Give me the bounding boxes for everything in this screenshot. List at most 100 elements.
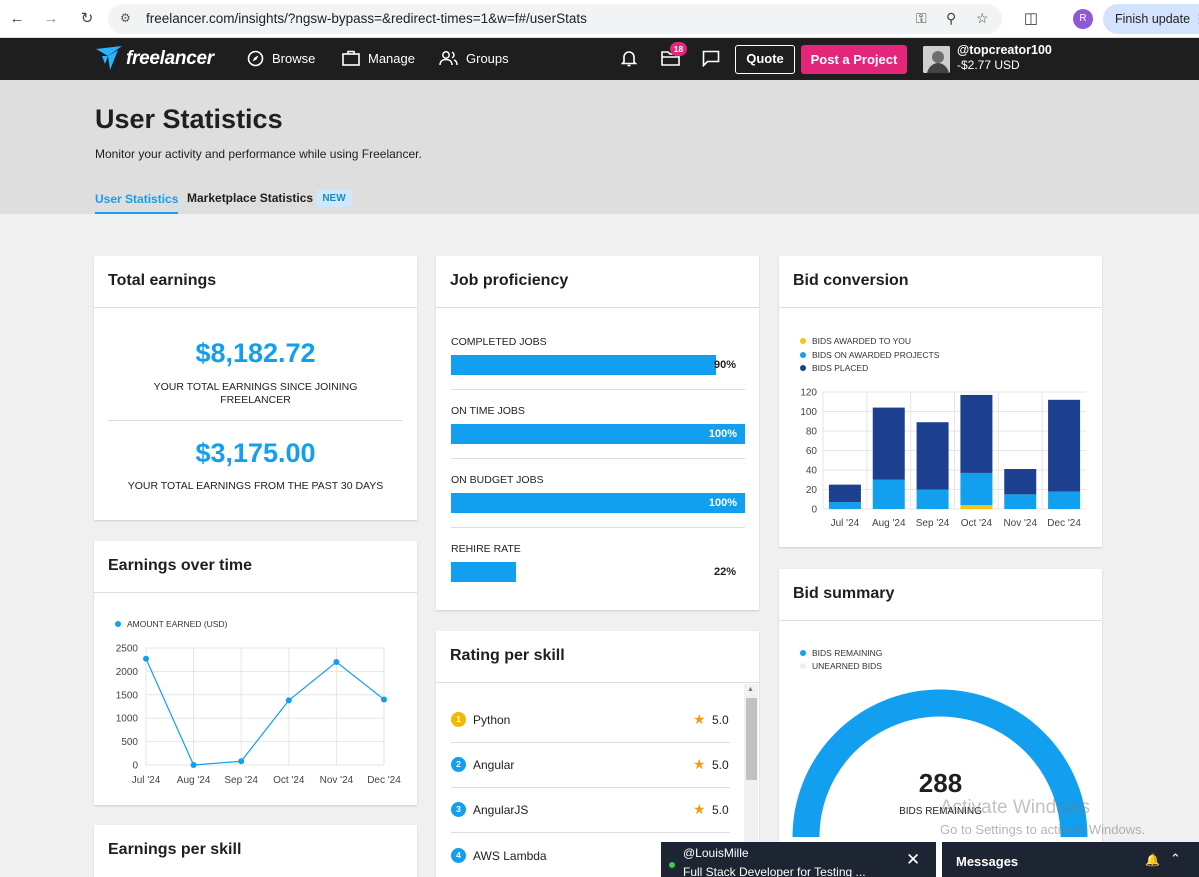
data-point[interactable] <box>285 697 292 704</box>
logo-text: freelancer <box>126 48 214 69</box>
new-badge: NEW <box>316 190 352 207</box>
earnings-over-time-title: Earnings over time <box>94 541 417 593</box>
earnings-per-skill-card: Earnings per skill <box>94 825 417 877</box>
tab-user-statistics[interactable]: User Statistics <box>95 192 179 214</box>
username[interactable]: @topcreator100 <box>957 43 1052 57</box>
menu-kebab-icon: ⋮ <box>1194 12 1199 26</box>
total-earnings-title: Total earnings <box>94 256 417 308</box>
quote-button[interactable]: Quote <box>735 45 795 74</box>
data-point[interactable] <box>143 655 149 662</box>
divider <box>451 787 730 788</box>
account-balance: -$2.77 USD <box>957 58 1020 72</box>
bar-segment[interactable] <box>872 479 905 509</box>
star-icon: ★ <box>693 801 706 817</box>
chat-window-tab[interactable]: @LouisMille Full Stack Developer for Tes… <box>661 842 936 877</box>
messages-bubble-icon[interactable] <box>702 50 720 67</box>
data-point[interactable] <box>381 696 387 703</box>
finish-update-button[interactable]: Finish update ⋮ <box>1103 4 1199 34</box>
address-bar[interactable]: ⚙ freelancer.com/insights/?ngsw-bypass=&… <box>108 4 1002 34</box>
x-tick-label: Aug '24 <box>872 518 906 529</box>
user-avatar[interactable] <box>923 46 950 73</box>
nav-browse-label: Browse <box>272 51 316 66</box>
forward-icon[interactable]: → <box>40 8 62 30</box>
windows-watermark-sub: Go to Settings to activate Windows. <box>940 822 1146 837</box>
earnings-line-chart: 0 500 1000 1500 2000 2500 Jul '24 Aug '24 Sep '2… <box>116 644 401 787</box>
divider <box>451 832 730 833</box>
bar-segment[interactable] <box>1004 469 1037 495</box>
nav-browse[interactable]: Browse <box>247 50 315 67</box>
zoom-icon[interactable]: ⚲ <box>946 10 956 27</box>
proficiency-bar <box>451 493 745 513</box>
bar-segment[interactable] <box>916 489 949 510</box>
extensions-icon[interactable]: ◫ <box>1020 8 1042 30</box>
reload-icon[interactable]: ↻ <box>76 8 98 30</box>
tab-marketplace-statistics[interactable]: Marketplace Statistics <box>187 191 313 205</box>
chat-username: @LouisMille <box>683 846 749 860</box>
projects-count-badge: 18 <box>670 42 687 56</box>
legend-placed-label: BIDS PLACED <box>812 363 869 373</box>
x-tick-label: Aug '24 <box>177 775 211 786</box>
legend-unearned: UNEARNED BIDS <box>800 661 882 671</box>
bar-segment[interactable] <box>960 505 993 509</box>
bar-segment[interactable] <box>828 484 861 503</box>
chevron-up-icon[interactable]: ⌃ <box>1170 851 1181 867</box>
legend-dot <box>800 365 806 371</box>
bookmark-star-icon[interactable]: ☆ <box>976 10 989 27</box>
close-icon[interactable]: ✕ <box>906 850 920 870</box>
bar-segment[interactable] <box>960 394 993 473</box>
skill-score: 5.0 <box>712 803 729 817</box>
y-tick-label: 60 <box>806 446 818 457</box>
x-tick-label: Dec '24 <box>1047 518 1081 529</box>
bar-segment[interactable] <box>1048 399 1081 492</box>
proficiency-label: COMPLETED JOBS <box>451 336 547 348</box>
legend-dot <box>800 663 806 669</box>
password-key-icon[interactable]: ⚿ <box>916 10 927 27</box>
notification-bell-icon[interactable] <box>621 49 637 67</box>
legend-dot <box>800 352 806 358</box>
messages-bar[interactable]: Messages 🔔 ⌃ <box>942 842 1199 877</box>
x-tick-label: Sep '24 <box>916 518 950 529</box>
bar-segment[interactable] <box>960 472 993 506</box>
page-title: User Statistics <box>95 104 283 134</box>
online-status-dot <box>669 862 675 868</box>
data-point[interactable] <box>238 758 245 765</box>
skill-rank-badge: 3 <box>451 802 466 817</box>
legend-on-awarded-label: BIDS ON AWARDED PROJECTS <box>812 350 940 360</box>
site-info-icon[interactable]: ⚙ <box>120 11 131 25</box>
y-tick-label: 40 <box>806 466 818 477</box>
post-project-button[interactable]: Post a Project <box>801 45 907 74</box>
freelancer-logo[interactable]: freelancer <box>96 46 214 72</box>
data-point[interactable] <box>190 762 197 768</box>
browser-toolbar: ← → ↻ ⚙ freelancer.com/insights/?ngsw-by… <box>0 0 1199 38</box>
legend-bids-remaining: BIDS REMAINING <box>800 648 882 658</box>
back-icon[interactable]: ← <box>6 8 28 30</box>
proficiency-bar <box>451 355 716 375</box>
bar-segment[interactable] <box>1048 491 1081 509</box>
nav-groups[interactable]: Groups <box>439 50 509 66</box>
bar-segment[interactable] <box>828 502 861 509</box>
proficiency-value: 90% <box>713 359 736 371</box>
skill-name: Python <box>473 713 511 727</box>
page-subtitle: Monitor your activity and performance wh… <box>95 147 422 161</box>
bar-segment[interactable] <box>916 422 949 490</box>
legend-on-awarded: BIDS ON AWARDED PROJECTS <box>800 350 939 360</box>
x-tick-label: Nov '24 <box>1003 518 1037 529</box>
proficiency-value: 22% <box>713 566 736 578</box>
scrollbar-thumb[interactable] <box>746 698 757 780</box>
legend-placed: BIDS PLACED <box>800 363 868 373</box>
bar-segment[interactable] <box>872 407 905 480</box>
legend-unearned-label: UNEARNED BIDS <box>812 661 882 671</box>
legend-awarded: BIDS AWARDED TO YOU <box>800 336 911 346</box>
nav-manage[interactable]: Manage <box>342 50 415 66</box>
y-tick-label: 20 <box>806 485 818 496</box>
y-tick-label: 500 <box>121 737 138 748</box>
nav-manage-label: Manage <box>368 50 415 66</box>
bar-segment[interactable] <box>1004 494 1037 509</box>
notification-bell-icon[interactable]: 🔔 <box>1145 853 1160 867</box>
compass-icon <box>247 50 264 67</box>
recent-earnings-caption: YOUR TOTAL EARNINGS FROM THE PAST 30 DAY… <box>127 480 384 492</box>
scroll-up-icon[interactable]: ▲ <box>747 686 754 693</box>
rating-per-skill-title: Rating per skill <box>436 631 759 683</box>
profile-avatar[interactable]: R <box>1073 9 1093 29</box>
data-point[interactable] <box>333 659 340 666</box>
